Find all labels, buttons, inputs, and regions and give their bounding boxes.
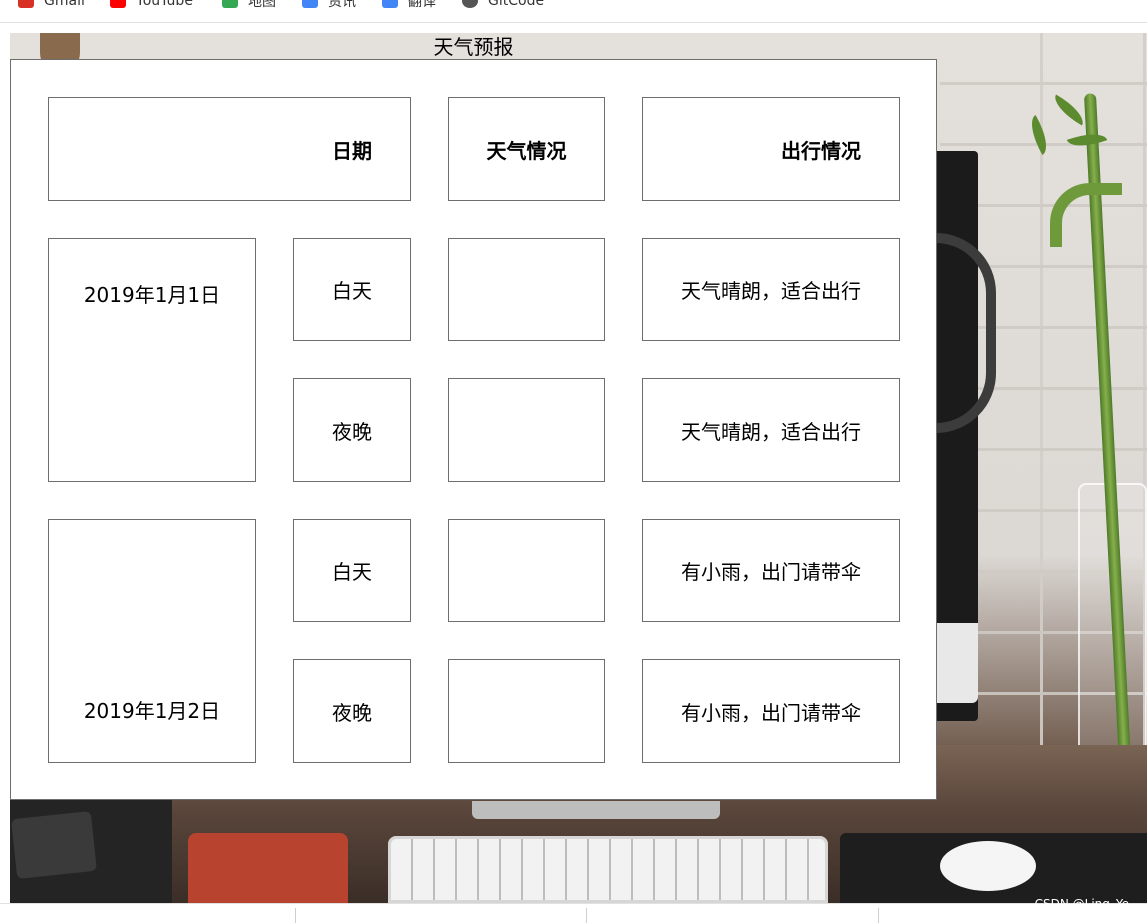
divider <box>586 908 587 923</box>
period-cell: 夜晚 <box>293 659 411 763</box>
bookmark-label: 资讯 <box>328 0 356 10</box>
bookmark-gitcode[interactable]: GitCode <box>462 0 544 11</box>
header-travel: 出行情况 <box>642 97 900 201</box>
bookmarks-bar: Gmail YouTube 地图 资讯 翻译 GitCode <box>0 0 1147 23</box>
travel-cell: 天气晴朗，适合出行 <box>642 378 900 482</box>
gitcode-icon <box>462 0 478 8</box>
bookmark-maps[interactable]: 地图 <box>222 0 276 11</box>
weather-cell <box>448 659 605 763</box>
weather-cell <box>448 378 605 482</box>
bookmark-label: GitCode <box>488 0 545 9</box>
travel-cell: 有小雨，出门请带伞 <box>642 659 900 763</box>
bottom-bar <box>0 903 1147 923</box>
header-date: 日期 <box>48 97 411 201</box>
bookmark-label: YouTube <box>136 0 193 9</box>
gmail-icon <box>18 0 34 8</box>
page-title: 天气预报 <box>433 35 514 59</box>
monitor-chin <box>930 623 978 703</box>
bookmark-label: 翻译 <box>408 0 436 10</box>
date-cell: 2019年1月2日 <box>48 519 256 763</box>
travel-cell: 有小雨，出门请带伞 <box>642 519 900 622</box>
divider <box>295 908 296 923</box>
divider <box>878 908 879 923</box>
headphones <box>932 233 996 433</box>
mouse <box>940 841 1036 891</box>
weather-cell <box>448 238 605 341</box>
weather-cell <box>448 519 605 622</box>
phone <box>11 810 97 880</box>
period-cell: 夜晚 <box>293 378 411 482</box>
bookmark-label: Gmail <box>44 0 85 9</box>
travel-cell: 天气晴朗，适合出行 <box>642 238 900 341</box>
bookmark-news[interactable]: 资讯 <box>302 0 356 11</box>
header-weather: 天气情况 <box>448 97 605 201</box>
maps-icon <box>222 0 238 8</box>
translate-icon <box>382 0 398 8</box>
monitor-stand <box>472 801 720 819</box>
bookmark-label: 地图 <box>248 0 276 10</box>
bookmark-gmail[interactable]: Gmail <box>18 0 85 11</box>
period-cell: 白天 <box>293 238 411 341</box>
watermark: CSDN @Ling_Ye_ <box>1034 897 1135 911</box>
bookmark-youtube[interactable]: YouTube <box>110 0 193 11</box>
date-cell: 2019年1月1日 <box>48 238 256 482</box>
weather-table: 日期 天气情况 出行情况 2019年1月1日 白天 天气晴朗，适合出行 夜晚 天… <box>10 59 937 800</box>
period-cell: 白天 <box>293 519 411 622</box>
keyboard <box>388 836 828 903</box>
bookmark-translate[interactable]: 翻译 <box>382 0 436 11</box>
news-icon <box>302 0 318 8</box>
red-notebook <box>188 833 348 903</box>
youtube-icon <box>110 0 126 8</box>
